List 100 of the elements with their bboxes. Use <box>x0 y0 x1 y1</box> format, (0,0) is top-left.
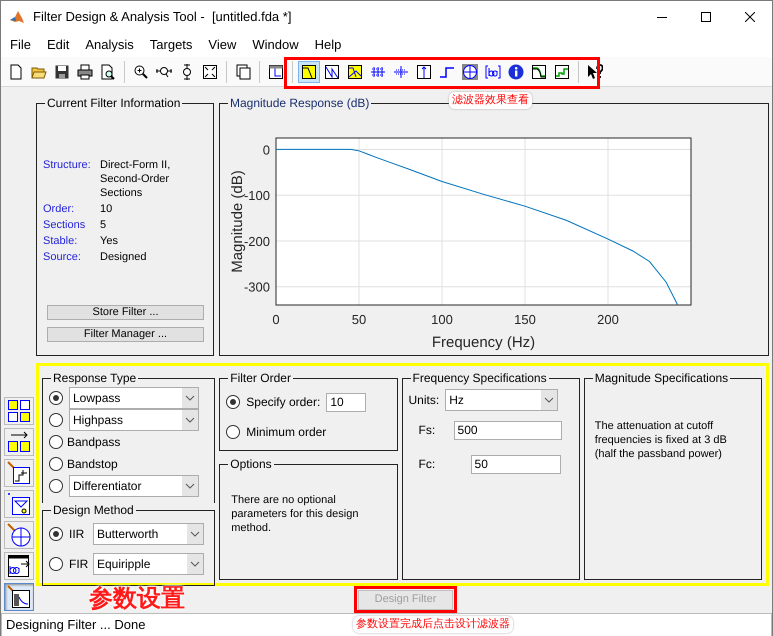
field-label: Order: <box>43 202 76 216</box>
filter-conversion-button[interactable] <box>4 397 34 425</box>
whats-this-help-icon[interactable] <box>587 64 603 80</box>
caret-icon <box>541 390 558 410</box>
realize-model-icon <box>7 492 31 516</box>
close-icon[interactable] <box>745 12 755 22</box>
magnitude-response-button[interactable] <box>298 60 320 82</box>
filter-manager-button[interactable]: Filter Manager ... <box>47 327 204 342</box>
transformation-button[interactable] <box>4 428 34 456</box>
tick-label: 0 <box>262 142 270 158</box>
import-filter-icon <box>7 554 31 578</box>
radio-button[interactable] <box>49 435 63 449</box>
caret-icon <box>182 476 198 496</box>
panel-title: Magnitude Response (dB) <box>229 96 370 110</box>
input-field[interactable]: 50 <box>470 454 561 474</box>
panel-title: Response Type <box>52 371 138 385</box>
tick-label: 200 <box>597 312 619 327</box>
dropdown[interactable]: Lowpass <box>69 387 199 409</box>
menu-item[interactable]: Window <box>243 35 306 55</box>
field-label: Fc: <box>418 456 436 473</box>
print-icon[interactable] <box>77 64 93 80</box>
design-filter-button[interactable] <box>4 583 34 611</box>
input-field[interactable]: 500 <box>454 420 562 440</box>
field-label: Fs: <box>418 422 436 439</box>
option-label: Bandstop <box>67 456 118 473</box>
tick-label: -300 <box>244 280 270 295</box>
radio-button[interactable] <box>226 395 240 409</box>
panel-title: Current Filter Information <box>46 96 182 110</box>
radio-button[interactable] <box>49 457 63 471</box>
maximize-icon[interactable] <box>701 12 711 22</box>
option-label: IIR <box>69 526 86 543</box>
panel-title: Magnitude Specifications <box>594 371 730 385</box>
tick-label: -200 <box>244 234 270 249</box>
option-label: Specify order: <box>246 394 320 411</box>
save-icon[interactable] <box>54 64 70 80</box>
tick-label: 50 <box>352 312 366 327</box>
radio-button[interactable] <box>49 557 63 571</box>
annotation-label: 滤波器效果查看 <box>449 92 532 108</box>
caret-icon <box>187 524 203 544</box>
panel-title: Options <box>229 457 273 471</box>
radio-button[interactable] <box>49 527 63 541</box>
dropdown[interactable]: Differentiator <box>69 475 199 497</box>
tick-label: -100 <box>244 188 270 204</box>
field-value: 5 <box>100 218 106 232</box>
new-window-icon[interactable] <box>235 64 251 80</box>
dropdown[interactable]: Highpass <box>69 409 199 431</box>
annotation-label: 参数设置 <box>89 584 185 614</box>
description-text: The attenuation at cutoff frequencies is fixed at 3 dB (half the passband power) <box>594 419 728 461</box>
field-label: Source: <box>43 250 82 264</box>
option-label: Bandpass <box>67 434 120 451</box>
field-value: Direct-Form II, Second-Order Sections <box>100 158 172 200</box>
caret-icon <box>182 410 198 430</box>
description-text: There are no optional parameters for this design method. <box>230 493 360 535</box>
new-file-icon[interactable] <box>8 64 24 80</box>
option-label: Minimum order <box>246 424 326 441</box>
option-label: FIR <box>69 556 87 573</box>
radio-button[interactable] <box>49 413 63 427</box>
print-preview-icon[interactable] <box>100 64 116 80</box>
field-label: Units: <box>408 392 440 409</box>
filter-conversion-icon <box>7 399 31 423</box>
tick-label: 100 <box>431 312 453 327</box>
transformation-icon <box>7 430 31 454</box>
menu-item[interactable]: Help <box>306 35 348 55</box>
radio-button[interactable] <box>49 479 63 493</box>
pole-zero-editor-button[interactable] <box>4 459 34 487</box>
axis-title: Magnitude (dB) <box>229 170 246 273</box>
annotation-label: 参数设置完成后点击设计滤波器 <box>353 616 513 632</box>
caret-icon <box>187 554 203 574</box>
tick-label: 0 <box>272 312 280 327</box>
field-label: Structure: <box>43 158 92 173</box>
realize-model-button[interactable] <box>4 490 34 518</box>
radio-button[interactable] <box>226 425 240 439</box>
import-filter-button[interactable] <box>4 552 34 580</box>
menu-item[interactable]: Analysis <box>76 35 141 55</box>
panel-title: Frequency Specifications <box>412 371 548 385</box>
window-title: Filter Design & Analysis Tool - [untitled.fda *] <box>33 8 292 26</box>
field-label: Sections <box>43 218 86 232</box>
menu-item[interactable]: View <box>199 35 244 55</box>
dropdown[interactable]: Equiripple <box>93 553 204 575</box>
menu-item[interactable]: Targets <box>140 35 200 55</box>
dropdown[interactable]: Hz <box>445 389 558 411</box>
radio-button[interactable] <box>49 391 63 405</box>
menu-item[interactable]: Edit <box>38 35 76 55</box>
full-view-icon[interactable] <box>202 64 218 80</box>
panel-title: Filter Order <box>229 371 292 385</box>
design-filter-icon <box>7 585 31 609</box>
tick-label: 150 <box>514 312 536 327</box>
axis-title: Frequency (Hz) <box>432 334 536 351</box>
input-field[interactable]: 10 <box>326 392 366 412</box>
pole-zero-editor-icon <box>7 461 31 485</box>
app-icon <box>9 9 25 25</box>
field-label: Stable: <box>43 234 78 248</box>
panel-title: Design Method <box>52 503 135 517</box>
zoom-in-icon[interactable] <box>133 64 149 80</box>
pole-zero-plot-button[interactable] <box>4 521 34 549</box>
filter-viewer-icon[interactable] <box>268 64 284 80</box>
dropdown[interactable]: Butterworth <box>93 523 204 545</box>
field-value: 10 <box>100 202 112 216</box>
menu-item[interactable]: File <box>1 35 38 55</box>
store-filter-button[interactable]: Store Filter ... <box>47 305 204 320</box>
